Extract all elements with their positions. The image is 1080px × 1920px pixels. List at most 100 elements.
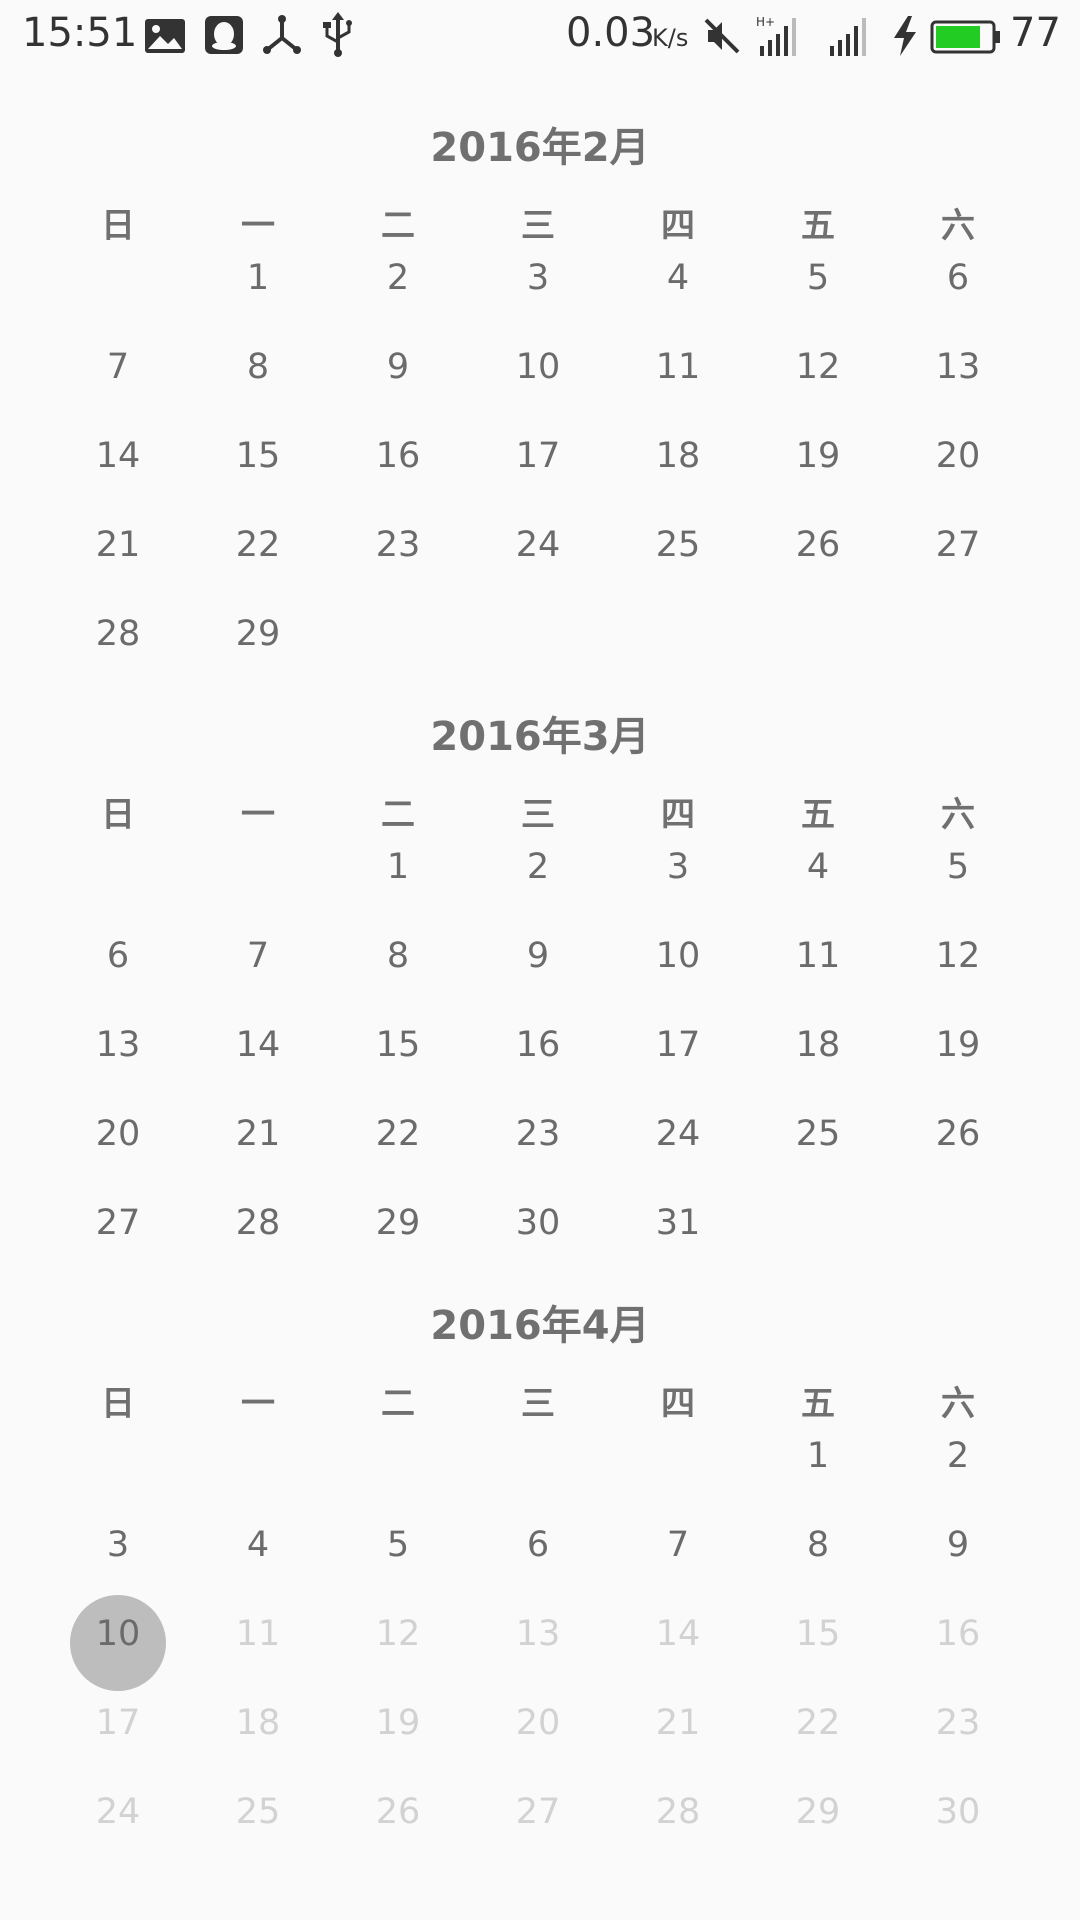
mute-icon xyxy=(704,18,740,58)
day-cell[interactable]: 15 xyxy=(328,1000,468,1089)
day-cell[interactable]: 16 xyxy=(328,411,468,500)
day-cell[interactable]: 5 xyxy=(328,1500,468,1589)
day-cell[interactable]: 6 xyxy=(468,1500,608,1589)
day-cell[interactable]: 3 xyxy=(48,1500,188,1589)
day-cell[interactable]: 1 xyxy=(188,233,328,322)
day-cell[interactable]: 5 xyxy=(748,233,888,322)
day-cell[interactable]: 14 xyxy=(608,1589,748,1678)
day-cell[interactable]: 23 xyxy=(888,1678,1028,1767)
day-cell[interactable]: 28 xyxy=(188,1178,328,1267)
day-cell-selected[interactable]: 10 xyxy=(48,1589,188,1691)
day-cell[interactable]: 8 xyxy=(188,322,328,411)
day-cell[interactable]: 1 xyxy=(748,1411,888,1500)
day-cell[interactable]: 13 xyxy=(48,1000,188,1089)
day-cell[interactable]: 1 xyxy=(328,822,468,911)
day-cell[interactable]: 29 xyxy=(188,589,328,678)
day-cell[interactable]: 19 xyxy=(888,1000,1028,1089)
day-cell[interactable]: 4 xyxy=(188,1500,328,1589)
day-cell[interactable]: 16 xyxy=(468,1000,608,1089)
day-cell[interactable]: 24 xyxy=(608,1089,748,1178)
day-cell[interactable]: 13 xyxy=(468,1589,608,1678)
day-cell[interactable]: 27 xyxy=(468,1767,608,1856)
day-cell[interactable]: 6 xyxy=(48,911,188,1000)
day-cell[interactable]: 22 xyxy=(188,500,328,589)
day-cell[interactable]: 26 xyxy=(888,1089,1028,1178)
calendar-list[interactable]: 2016年2月日一二三四五六 1 2 3 4 5 6 7 8 9 10 11 12 13 14 15 16 17 1… xyxy=(0,76,1080,1920)
day-cell[interactable]: 14 xyxy=(48,411,188,500)
day-number: 20 xyxy=(515,1702,561,1743)
day-cell[interactable]: 3 xyxy=(608,822,748,911)
day-cell[interactable]: 10 xyxy=(608,911,748,1000)
day-cell[interactable]: 9 xyxy=(328,322,468,411)
day-cell[interactable]: 28 xyxy=(608,1767,748,1856)
day-cell[interactable]: 12 xyxy=(888,911,1028,1000)
day-cell[interactable]: 25 xyxy=(748,1089,888,1178)
day-cell[interactable]: 30 xyxy=(888,1767,1028,1856)
day-cell[interactable]: 25 xyxy=(608,500,748,589)
day-number: 14 xyxy=(235,1024,281,1065)
day-cell[interactable]: 2 xyxy=(328,233,468,322)
day-cell[interactable]: 21 xyxy=(48,500,188,589)
day-cell[interactable]: 29 xyxy=(748,1767,888,1856)
day-cell[interactable]: 26 xyxy=(328,1767,468,1856)
day-cell[interactable]: 30 xyxy=(468,1178,608,1267)
day-cell[interactable]: 7 xyxy=(608,1500,748,1589)
day-cell[interactable]: 21 xyxy=(188,1089,328,1178)
day-cell[interactable]: 27 xyxy=(48,1178,188,1267)
day-cell[interactable]: 11 xyxy=(188,1589,328,1678)
day-cell[interactable]: 7 xyxy=(188,911,328,1000)
day-cell[interactable]: 20 xyxy=(888,411,1028,500)
day-cell[interactable]: 8 xyxy=(748,1500,888,1589)
day-cell[interactable]: 25 xyxy=(188,1767,328,1856)
day-cell[interactable]: 9 xyxy=(888,1500,1028,1589)
day-cell[interactable]: 24 xyxy=(48,1767,188,1856)
day-cell[interactable]: 5 xyxy=(888,822,1028,911)
day-cell[interactable]: 18 xyxy=(748,1000,888,1089)
day-cell[interactable]: 2 xyxy=(468,822,608,911)
day-cell[interactable]: 17 xyxy=(48,1678,188,1767)
day-cell[interactable]: 20 xyxy=(48,1089,188,1178)
day-cell[interactable]: 18 xyxy=(608,411,748,500)
day-cell[interactable]: 8 xyxy=(328,911,468,1000)
day-cell[interactable]: 12 xyxy=(328,1589,468,1678)
day-number: 3 xyxy=(526,257,550,298)
day-cell[interactable]: 11 xyxy=(608,322,748,411)
day-cell[interactable]: 19 xyxy=(748,411,888,500)
day-cell[interactable]: 9 xyxy=(468,911,608,1000)
day-cell[interactable]: 7 xyxy=(48,322,188,411)
day-number: 23 xyxy=(515,1113,561,1154)
day-number: 30 xyxy=(515,1202,561,1243)
day-cell[interactable]: 4 xyxy=(748,822,888,911)
day-cell[interactable]: 29 xyxy=(328,1178,468,1267)
day-cell[interactable]: 23 xyxy=(328,500,468,589)
day-cell[interactable]: 11 xyxy=(748,911,888,1000)
day-cell[interactable]: 10 xyxy=(468,322,608,411)
day-cell[interactable]: 18 xyxy=(188,1678,328,1767)
day-cell[interactable]: 26 xyxy=(748,500,888,589)
day-cell[interactable]: 17 xyxy=(608,1000,748,1089)
day-cell[interactable]: 20 xyxy=(468,1678,608,1767)
day-cell[interactable]: 17 xyxy=(468,411,608,500)
day-cell[interactable]: 13 xyxy=(888,322,1028,411)
day-number: 18 xyxy=(235,1702,281,1743)
day-cell[interactable]: 12 xyxy=(748,322,888,411)
day-cell[interactable]: 31 xyxy=(608,1178,748,1267)
day-cell[interactable]: 14 xyxy=(188,1000,328,1089)
day-cell[interactable]: 15 xyxy=(188,411,328,500)
weekday-label: 一 xyxy=(241,1384,275,1424)
day-cell[interactable]: 24 xyxy=(468,500,608,589)
day-cell[interactable]: 21 xyxy=(608,1678,748,1767)
day-cell[interactable]: 15 xyxy=(748,1589,888,1678)
day-cell[interactable]: 4 xyxy=(608,233,748,322)
day-cell[interactable]: 19 xyxy=(328,1678,468,1767)
day-cell[interactable]: 22 xyxy=(748,1678,888,1767)
day-cell[interactable]: 16 xyxy=(888,1589,1028,1678)
day-cell[interactable]: 6 xyxy=(888,233,1028,322)
day-cell[interactable]: 3 xyxy=(468,233,608,322)
day-cell[interactable]: 27 xyxy=(888,500,1028,589)
day-number: 29 xyxy=(375,1202,421,1243)
day-cell[interactable]: 23 xyxy=(468,1089,608,1178)
day-cell[interactable]: 22 xyxy=(328,1089,468,1178)
day-cell[interactable]: 2 xyxy=(888,1411,1028,1500)
day-cell[interactable]: 28 xyxy=(48,589,188,678)
